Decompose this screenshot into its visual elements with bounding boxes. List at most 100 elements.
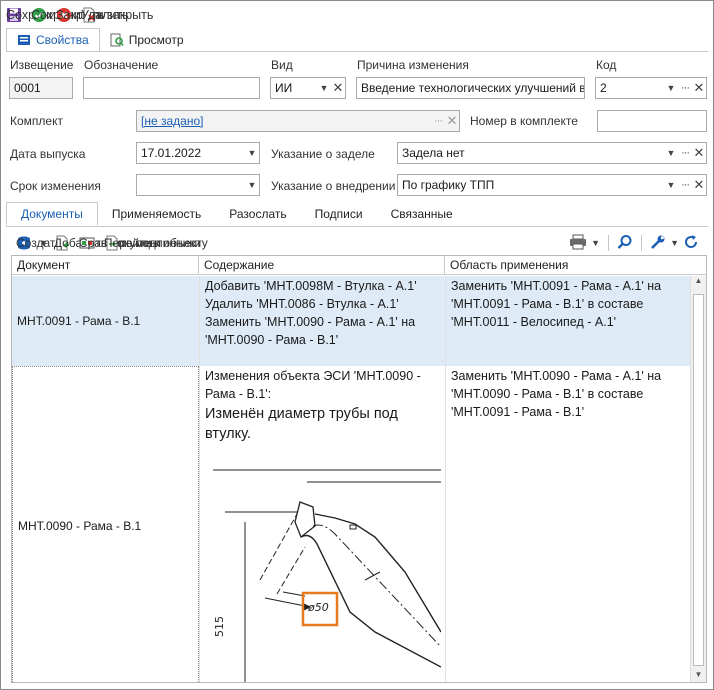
scroll-up-icon[interactable]: ▲ [691, 276, 706, 290]
kit-number-field[interactable] [597, 110, 707, 132]
kit-label: Комплект [10, 114, 63, 128]
tab-documents-label: Документы [21, 207, 83, 221]
main-toolbar: Сохранить Сохранить и закрыть Закрыть Уд… [4, 4, 153, 26]
notice-value: 0001 [14, 81, 41, 95]
save-and-close-button[interactable]: Сохранить и закрыть [29, 4, 153, 26]
go-to-label: Перейти к объекту [103, 236, 208, 250]
more-icon[interactable]: ··· [431, 115, 445, 127]
technical-drawing: ø50 515 [205, 462, 442, 682]
chevron-down-icon[interactable]: ▼ [670, 238, 679, 248]
delete-button[interactable]: Удалить [79, 4, 129, 26]
chevron-down-icon[interactable]: ▼ [664, 180, 678, 190]
column-header-document[interactable]: Документ [12, 256, 199, 275]
tab-related[interactable]: Связанные [377, 202, 467, 226]
print-icon[interactable] [569, 234, 587, 253]
document-cell: МНТ.0091 - Рама - В.1 [12, 276, 199, 366]
vertical-scrollbar[interactable]: ▲ ▼ [690, 276, 706, 682]
issue-date-field[interactable]: 17.01.2022 ▼ [136, 142, 260, 164]
documents-toolbar: Создать ▼ Добавить документ Сравнить под… [14, 232, 208, 254]
go-to-object-button[interactable]: Перейти к объекту [102, 232, 208, 254]
more-icon[interactable]: ··· [678, 82, 692, 94]
compare-originals-button[interactable]: Сравнить подлинники [77, 232, 201, 254]
more-icon[interactable]: ··· [678, 179, 692, 191]
reason-field[interactable]: Введение технологических улучшений в [356, 77, 585, 99]
designation-field[interactable] [83, 77, 260, 99]
backlog-value: Задела нет [402, 146, 465, 160]
scope-text: Заменить 'МНТ.0091 - Рама - А.1' на 'МНТ… [451, 279, 662, 329]
designation-label: Обозначение [84, 58, 159, 72]
implementation-select[interactable]: По графику ТПП ▼ ··· ✕ [397, 174, 707, 196]
search-icon[interactable] [617, 234, 633, 253]
type-select[interactable]: ИИ ▼ ✕ [270, 77, 346, 99]
code-label: Код [596, 58, 617, 72]
preview-icon [110, 33, 124, 47]
diameter-label: ø50 [307, 601, 329, 614]
tab-properties[interactable]: Свойства [6, 28, 100, 52]
documents-grid: Документ Содержание Область применения М… [11, 255, 707, 683]
code-value: 2 [600, 81, 607, 95]
column-header-content[interactable]: Содержание [199, 256, 445, 275]
grid-header: Документ Содержание Область применения [12, 256, 706, 275]
table-row[interactable]: МНТ.0091 - Рама - В.1 Добавить 'МНТ.0098… [12, 276, 692, 366]
clear-icon[interactable]: ✕ [445, 113, 459, 129]
tab-signatures[interactable]: Подписи [301, 202, 377, 226]
tab-documents[interactable]: Документы [6, 202, 98, 226]
save-button[interactable]: Сохранить [4, 4, 68, 26]
chevron-down-icon[interactable]: ▼ [664, 83, 678, 93]
notice-field[interactable]: 0001 [9, 77, 73, 99]
change-term-label: Срок изменения [10, 179, 101, 193]
create-button[interactable]: Создать ▼ [14, 232, 62, 254]
implementation-value: По графику ТПП [402, 178, 495, 192]
notice-label: Извещение [10, 58, 74, 72]
content-cell: Добавить 'МНТ.0098М - Втулка - А.1' Удал… [199, 276, 445, 366]
backlog-label: Указание о заделе [271, 147, 375, 161]
tab-properties-label: Свойства [36, 33, 89, 47]
tab-send[interactable]: Разослать [215, 202, 300, 226]
chevron-down-icon[interactable]: ▼ [591, 238, 600, 248]
content-note: Изменён диаметр трубы под втулку. [205, 406, 398, 442]
properties-icon [17, 33, 31, 47]
type-value: ИИ [275, 81, 293, 95]
tab-applicability-label: Применяемость [111, 207, 202, 221]
tab-preview[interactable]: Просмотр [100, 28, 194, 52]
column-header-scope[interactable]: Область применения [445, 256, 706, 275]
reason-value: Введение технологических улучшений в [361, 81, 584, 95]
tab-applicability[interactable]: Применяемость [98, 202, 215, 226]
code-select[interactable]: 2 ▼ ··· ✕ [595, 77, 707, 99]
tab-send-label: Разослать [229, 207, 287, 221]
tab-signatures-label: Подписи [314, 207, 363, 221]
clear-icon[interactable]: ✕ [331, 80, 345, 96]
chevron-down-icon[interactable]: ▼ [245, 148, 259, 158]
clear-icon[interactable]: ✕ [692, 177, 706, 193]
document-name: МНТ.0091 - Рама - В.1 [17, 314, 141, 328]
document-cell: МНТ.0090 - Рама - В.1 [12, 366, 199, 682]
chevron-down-icon[interactable]: ▼ [245, 180, 259, 190]
issue-date-label: Дата выпуска [10, 147, 86, 161]
clear-icon[interactable]: ✕ [692, 145, 706, 161]
main-tabs: Свойства Просмотр [6, 28, 194, 52]
tab-related-label: Связанные [390, 207, 453, 221]
wrench-icon[interactable] [650, 234, 666, 253]
document-tabs: Документы Применяемость Разослать Подпис… [6, 202, 467, 227]
add-document-button[interactable]: Добавить документ [52, 232, 162, 254]
refresh-icon[interactable] [683, 234, 699, 253]
scroll-down-icon[interactable]: ▼ [691, 670, 706, 682]
window: Сохранить Сохранить и закрыть Закрыть Уд… [0, 0, 714, 690]
scope-text: Заменить 'МНТ.0090 - Рама - А.1' на 'МНТ… [451, 369, 662, 419]
kit-field[interactable]: [не задано] ··· ✕ [136, 110, 460, 132]
change-term-field[interactable]: ▼ [136, 174, 260, 196]
toolbar-separator [608, 235, 610, 251]
backlog-select[interactable]: Задела нет ▼ ··· ✕ [397, 142, 707, 164]
toolbar-separator [641, 235, 643, 251]
type-label: Вид [271, 58, 293, 72]
chevron-down-icon[interactable]: ▼ [664, 148, 678, 158]
scroll-thumb[interactable] [693, 294, 704, 666]
close-button[interactable]: Закрыть [54, 4, 104, 26]
kit-value-link[interactable]: [не задано] [141, 114, 431, 128]
document-name: МНТ.0090 - Рама - В.1 [18, 519, 142, 533]
tab-preview-label: Просмотр [128, 33, 184, 47]
clear-icon[interactable]: ✕ [692, 80, 706, 96]
delete-label: Удалить [81, 8, 129, 22]
more-icon[interactable]: ··· [678, 147, 692, 159]
chevron-down-icon[interactable]: ▼ [317, 83, 331, 93]
